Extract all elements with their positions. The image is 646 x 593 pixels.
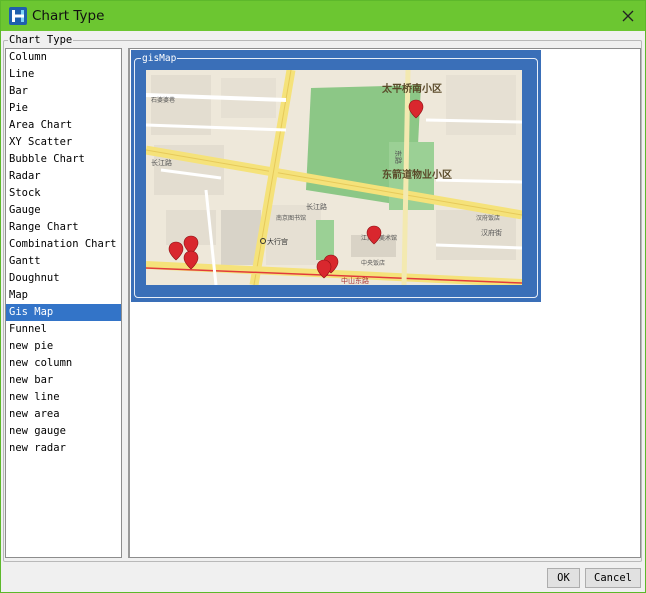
chart-type-item[interactable]: new line — [6, 389, 121, 406]
chart-type-dialog: Chart Type Chart Type Column Line Bar Pie Ar… — [0, 0, 646, 593]
group-label: Chart Type — [8, 34, 74, 47]
chart-type-item[interactable]: Gis Map — [6, 304, 121, 321]
chart-type-item[interactable]: new column — [6, 355, 121, 372]
map-thumbnail: 太平桥南小区 东箭道物业小区 长江路 长江路 东路 中山东路 汉府街 大行宫 南… — [146, 70, 522, 285]
chart-type-item[interactable]: Radar — [6, 168, 121, 185]
tile-label: gisMap — [141, 53, 178, 64]
chart-type-item[interactable]: new bar — [6, 372, 121, 389]
chart-type-item[interactable]: Stock — [6, 185, 121, 202]
chart-type-list[interactable]: Column Line Bar Pie Area Chart XY Scatter Bubb… — [5, 48, 122, 558]
preview-area: gisMap 太平桥南小区 东箭道物业小区 长江路 长江路 东路 中山东路 汉府… — [128, 48, 641, 558]
ok-button[interactable]: OK — [547, 568, 580, 588]
map-label-road-2: 长江路 — [306, 202, 327, 211]
chart-type-item[interactable]: Funnel — [6, 321, 121, 338]
chart-type-item[interactable]: Map — [6, 287, 121, 304]
chart-type-item[interactable]: new pie — [6, 338, 121, 355]
title-bar[interactable]: Chart Type — [1, 1, 645, 31]
map-label-poi-6: 石婆婆巷 — [151, 96, 175, 104]
chart-type-item[interactable]: Area Chart — [6, 117, 121, 134]
map-label-district-2: 东箭道物业小区 — [382, 168, 452, 181]
gismap-preview-tile[interactable]: gisMap 太平桥南小区 东箭道物业小区 长江路 长江路 东路 中山东路 汉府… — [131, 50, 541, 302]
chart-type-item[interactable]: Doughnut — [6, 270, 121, 287]
chart-type-item[interactable]: XY Scatter — [6, 134, 121, 151]
map-label-district-1: 太平桥南小区 — [381, 82, 442, 95]
map-label-poi-5: 中央饭店 — [361, 259, 385, 267]
chart-type-item[interactable]: Bubble Chart — [6, 151, 121, 168]
chart-type-item[interactable]: new radar — [6, 440, 121, 457]
map-label-poi-2: 南京图书馆 — [276, 214, 306, 222]
map-label-poi-1: 大行宫 — [267, 237, 288, 246]
chart-type-item[interactable]: new gauge — [6, 423, 121, 440]
close-icon — [622, 10, 634, 22]
chart-type-item[interactable]: new area — [6, 406, 121, 423]
map-label-road-1: 长江路 — [151, 158, 172, 167]
chart-type-item[interactable]: Gantt — [6, 253, 121, 270]
window-title: Chart Type — [32, 8, 105, 24]
chart-type-item[interactable]: Column — [6, 49, 121, 66]
map-graphic: 太平桥南小区 东箭道物业小区 长江路 长江路 东路 中山东路 汉府街 大行宫 南… — [146, 70, 522, 285]
chart-type-item[interactable]: Gauge — [6, 202, 121, 219]
chart-type-item[interactable]: Bar — [6, 83, 121, 100]
chart-type-item[interactable]: Line — [6, 66, 121, 83]
map-label-road-5: 汉府街 — [481, 228, 502, 237]
map-label-road-3: 东路 — [394, 150, 403, 164]
chart-type-item[interactable]: Range Chart — [6, 219, 121, 236]
map-label-road-4: 中山东路 — [341, 276, 369, 285]
close-button[interactable] — [613, 3, 643, 29]
map-label-poi-4: 汉府饭店 — [476, 214, 500, 222]
chart-type-item[interactable]: Pie — [6, 100, 121, 117]
cancel-button[interactable]: Cancel — [585, 568, 641, 588]
app-logo-icon — [9, 7, 27, 25]
chart-type-item[interactable]: Combination Chart — [6, 236, 121, 253]
